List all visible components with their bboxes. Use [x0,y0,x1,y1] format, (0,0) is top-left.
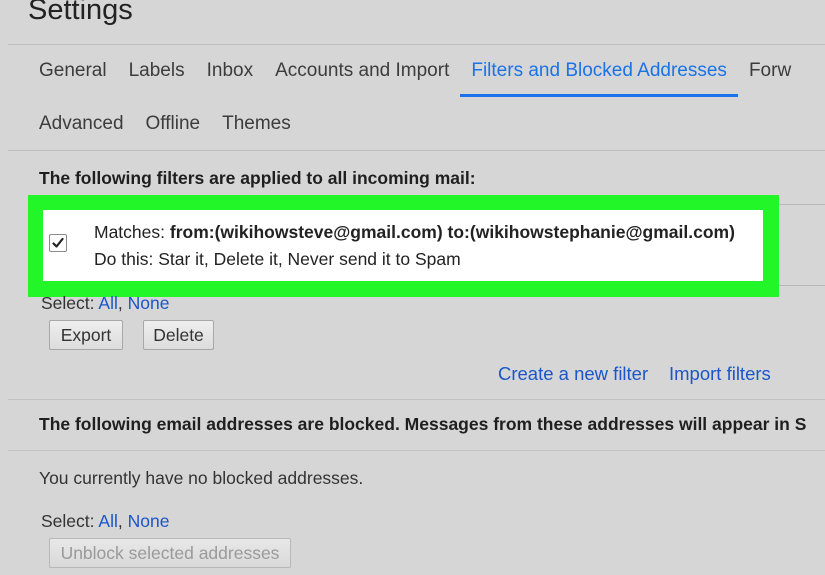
filter-checkbox[interactable] [49,234,67,252]
select-separator: , [117,511,128,531]
select-none-link[interactable]: None [128,511,170,531]
select-all-link[interactable]: All [98,293,117,313]
tab-inbox[interactable]: Inbox [196,60,264,82]
filter-criteria: from:(wikihowsteve@gmail.com) to:(wikiho… [169,222,735,242]
tab-labels[interactable]: Labels [118,60,196,82]
page-title: Settings [28,0,133,26]
filters-heading: The following filters are applied to all… [39,168,476,188]
settings-tabs-row-1: General Labels Inbox Accounts and Import… [28,60,802,97]
tab-accounts-and-import[interactable]: Accounts and Import [264,60,460,82]
select-label: Select: [41,293,99,313]
select-none-link[interactable]: None [128,293,170,313]
tab-forwarding[interactable]: Forw [738,60,802,82]
select-all-link[interactable]: All [98,511,117,531]
section-divider [8,399,825,400]
settings-page: Settings General Labels Inbox Accounts a… [0,0,825,575]
select-label: Select: [41,511,99,531]
filter-row-extension [779,204,825,286]
no-blocked-addresses-text: You currently have no blocked addresses. [39,468,364,488]
header-divider [8,44,825,45]
filter-action[interactable]: Do this: Star it, Delete it, Never send … [94,249,461,270]
filters-select-row: Select: All, None [41,293,169,314]
tabs-divider [8,150,825,151]
blocked-select-row: Select: All, None [41,511,169,532]
settings-tabs-row-2: Advanced Offline Themes [28,113,302,135]
select-separator: , [117,293,128,313]
filter-row[interactable] [43,210,763,281]
blocked-heading: The following email addresses are blocke… [39,414,807,434]
unblock-selected-button[interactable]: Unblock selected addresses [49,538,291,568]
import-filters-link[interactable]: Import filters [669,363,771,385]
blocked-divider [8,450,825,451]
tab-general[interactable]: General [28,60,118,82]
delete-button[interactable]: Delete [143,320,214,350]
tab-advanced[interactable]: Advanced [28,113,135,135]
tab-themes[interactable]: Themes [211,113,302,135]
tab-filters-and-blocked-addresses[interactable]: Filters and Blocked Addresses [460,60,738,97]
create-new-filter-link[interactable]: Create a new filter [498,363,648,385]
filter-matches-label: Matches: [94,222,170,242]
filter-matches[interactable]: Matches: from:(wikihowsteve@gmail.com) t… [94,222,735,243]
tab-offline[interactable]: Offline [135,113,212,135]
export-button[interactable]: Export [49,320,123,350]
checkmark-icon [52,237,64,248]
